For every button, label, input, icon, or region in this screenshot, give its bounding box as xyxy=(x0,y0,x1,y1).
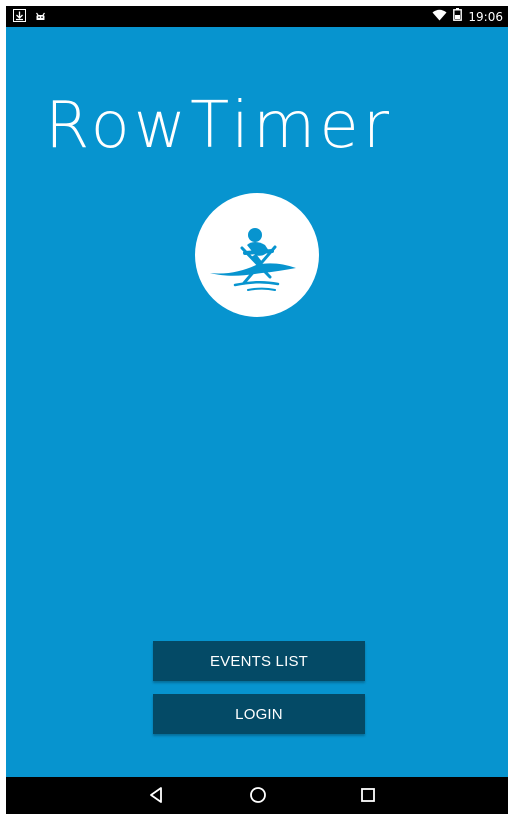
back-icon[interactable] xyxy=(144,783,168,807)
download-notification-icon xyxy=(13,9,26,27)
navigation-bar xyxy=(6,777,508,814)
login-button[interactable]: LOGIN xyxy=(153,694,365,734)
android-notification-icon xyxy=(34,9,47,27)
status-right-icons: 19:06 xyxy=(432,8,503,26)
rowing-logo-icon xyxy=(210,228,296,291)
recents-icon[interactable] xyxy=(356,783,380,807)
home-icon[interactable] xyxy=(246,783,270,807)
battery-icon xyxy=(453,8,463,26)
status-bar: 19:06 xyxy=(6,6,508,27)
status-left-icons xyxy=(13,9,47,27)
app-screen: 19:06 RowTimer EVENTS LIST LOGIN xyxy=(6,6,508,814)
events-list-button[interactable]: EVENTS LIST xyxy=(153,641,365,681)
wifi-icon xyxy=(432,8,447,26)
status-time: 19:06 xyxy=(468,10,503,24)
app-logo xyxy=(195,193,319,317)
app-title: RowTimer xyxy=(45,89,394,163)
